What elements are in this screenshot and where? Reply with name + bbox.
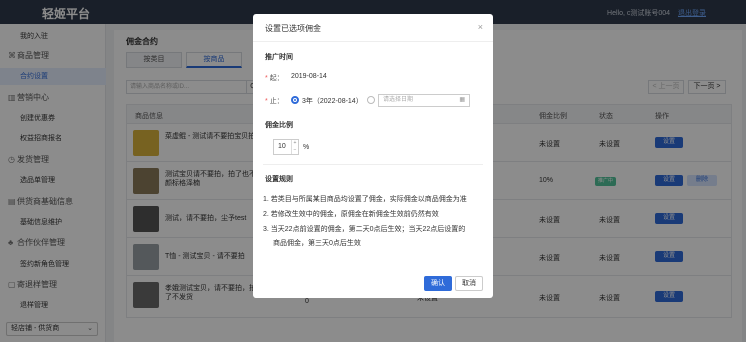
stepper-icon[interactable]: + − [291,140,298,154]
end-label: * 止： [265,98,284,105]
rate-number-input[interactable]: 10 + − [273,139,299,155]
calendar-icon: ▦ [459,97,465,103]
rule-line: 3. 当天22点前设置的佣金，第二天0点后生效；当天22点后设置的 [263,226,466,233]
promo-time-label: 推广时间 [265,54,293,61]
close-icon[interactable]: × [478,22,483,32]
rule-line: 2. 若修改生效中的佣金，原佣金在新佣金生效前仍然有效 [263,211,439,218]
rate-unit: % [303,144,310,151]
radio-3-years[interactable] [291,96,299,104]
divider [253,41,493,42]
rule-line: 商品佣金，第三天0点后生效 [273,240,361,247]
confirm-button[interactable]: 确认 [424,276,452,291]
commission-modal: 设置已选项佣金 × 推广时间 * 起： 2019-08-14 * 止： 3年（2… [253,14,493,298]
modal-title: 设置已选项佣金 [265,24,321,33]
start-label: * 起： [265,75,284,82]
start-date-value: 2019-08-14 [291,73,327,80]
rule-line: 1. 若类目与所属某目商品均设置了佣金，实际佣金以商品佣金为准 [263,196,467,203]
divider [263,164,483,165]
date-picker-input[interactable]: 请选择日期 ▦ [378,94,470,107]
radio-custom-date[interactable] [367,96,375,104]
rate-label: 佣金比例 [265,122,293,129]
rules-title: 设置规则 [265,176,293,183]
option-3-years-label: 3年（2022-08-14） [302,98,363,105]
cancel-button[interactable]: 取消 [455,276,483,291]
